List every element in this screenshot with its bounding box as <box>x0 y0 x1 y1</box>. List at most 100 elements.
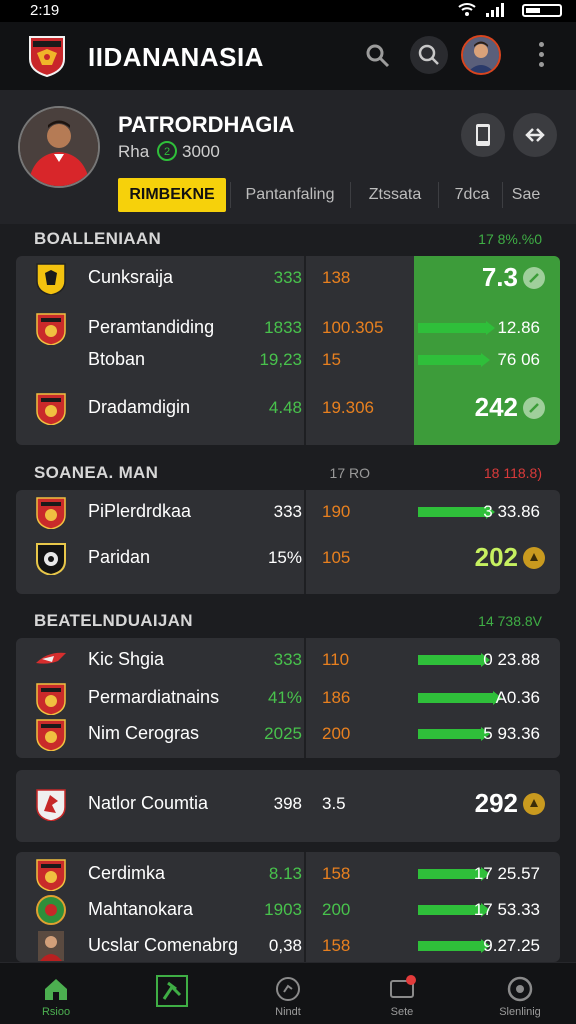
table-row[interactable]: Ucslar Comenabrg 0,38 158 9.27.25 <box>16 926 560 962</box>
progress-bar <box>418 869 481 879</box>
table-row[interactable]: Permardiatnains 41% 186 A0.36 <box>16 678 560 718</box>
section-title: BOALLENIAAN <box>34 229 162 248</box>
team-name: Cerdimka <box>88 863 166 883</box>
nav-clock[interactable]: Nindt <box>240 963 336 1024</box>
check-icon[interactable] <box>522 396 546 420</box>
stat-value: 1833 <box>264 318 302 337</box>
section-header: BEATELNDUAIJAN 14 738.8V <box>0 604 576 638</box>
team-name: Cunksraija <box>88 267 174 287</box>
team-crest-icon <box>36 543 66 575</box>
profile-name: PATRORDHAGIA <box>118 112 295 137</box>
table-row[interactable]: Natlor Coumtia 398 3.5 292 <box>16 784 560 824</box>
progress-bar <box>418 729 481 739</box>
stat-value: 17 53.33 <box>473 900 540 919</box>
stat-value: 3 33.86 <box>483 502 540 521</box>
nav-label: Slenlinig <box>499 1006 541 1018</box>
player-photo <box>18 106 100 188</box>
stat-value: 158 <box>322 936 351 955</box>
progress-bar-cap <box>481 353 490 367</box>
stat-value: 41% <box>267 688 302 707</box>
status-time: 2:19 <box>30 2 60 19</box>
star-icon[interactable] <box>522 546 546 570</box>
stat-value: 19,23 <box>259 350 302 369</box>
search-icon[interactable] <box>364 42 392 70</box>
nav-home[interactable]: Rsioo <box>8 963 104 1024</box>
home-icon <box>45 979 67 1000</box>
tab-4[interactable]: Sae <box>506 178 546 212</box>
stat-value: 333 <box>273 650 302 669</box>
nav-label: Sete <box>390 1006 414 1018</box>
tab-0[interactable]: RIMBEKNE <box>118 178 226 212</box>
table-row[interactable]: Cerdimka 8.13 158 17 25.57 <box>16 854 560 894</box>
stat-value: 12.86 <box>497 318 540 337</box>
section-header: SOANEA. MAN 17 RO 18 118.8) <box>0 456 576 490</box>
progress-bar <box>418 693 493 703</box>
table-row[interactable]: PiPlerdrdkaa 333 190 3 33.86 <box>16 492 560 532</box>
progress-bar-cap <box>486 321 495 335</box>
progress-bar <box>418 323 486 333</box>
share-button[interactable] <box>513 113 557 157</box>
avatar[interactable] <box>461 35 501 75</box>
stat-value: 105 <box>322 548 351 567</box>
app-title: IIDANANASIA <box>88 42 264 72</box>
nav-label: Rsioo <box>41 1006 71 1018</box>
team-name: Peramtandiding <box>88 317 215 337</box>
team-name: Ucslar Comenabrg <box>88 935 239 955</box>
team-name: Paridan <box>88 547 151 567</box>
table-row[interactable]: Kic Shgia 333 110 0 23.88 <box>16 640 560 680</box>
table-row[interactable]: Dradamdigin 4.48 19.306 242 <box>16 388 560 428</box>
star-icon[interactable] <box>522 792 546 816</box>
team-name: Btoban <box>88 349 146 369</box>
stat-value: 333 <box>273 502 302 521</box>
tab-divider <box>230 182 231 208</box>
tab-1[interactable]: Pantanfaling <box>236 178 344 212</box>
table-row[interactable]: Nim Cerogras 2025 200 5 93.36 <box>16 714 560 754</box>
nav-football[interactable] <box>124 963 220 1024</box>
tab-divider <box>502 182 503 208</box>
table-row[interactable]: Cunksraija 333 138 7.3 <box>16 258 560 298</box>
phone-icon <box>476 124 490 146</box>
standings-card: PiPlerdrdkaa 333 190 3 33.86 Paridan 15% 105 20… <box>16 490 560 594</box>
tab-3[interactable]: 7dca <box>444 178 500 212</box>
profile-sub: Rha <box>118 142 150 161</box>
tab-divider <box>350 182 351 208</box>
progress-bar <box>418 355 481 365</box>
section-header: BOALLENIAAN 17 8%.%0 <box>0 222 576 256</box>
table-row[interactable]: Btoban 19,23 15 76 06 <box>16 340 560 380</box>
section-meta: 18 118.8) <box>483 465 542 481</box>
phone-button[interactable] <box>461 113 505 157</box>
team-name: Kic Shgia <box>88 649 165 669</box>
wifi-icon <box>458 2 476 20</box>
team-crest-icon <box>36 683 66 715</box>
team-name: Nim Cerogras <box>88 723 200 743</box>
more-vertical-icon[interactable] <box>534 40 550 70</box>
team-name: Mahtanokara <box>88 899 194 919</box>
standings-card: Cerdimka 8.13 158 17 25.57 Mahtanokara 1903 20… <box>16 852 560 962</box>
stat-value: 8.13 <box>268 864 302 883</box>
standings-card: Cunksraija 333 138 7.3 Peramtandiding 1833 100… <box>16 256 560 445</box>
search-button[interactable] <box>410 36 448 74</box>
battery-icon <box>522 4 562 17</box>
signal-icon <box>486 3 506 17</box>
check-icon[interactable] <box>522 266 546 290</box>
section-meta: 17 RO <box>329 465 370 481</box>
stat-value: 3.5 <box>322 794 346 813</box>
table-row[interactable]: Paridan 15% 105 202 <box>16 538 560 578</box>
nav-inbox[interactable]: Sete <box>354 963 450 1024</box>
progress-bar <box>418 905 481 915</box>
team-crest-icon <box>36 497 66 529</box>
stat-value: 190 <box>322 502 351 521</box>
stat-value: 4.48 <box>268 398 302 417</box>
nav-settings[interactable]: Slenlinig <box>472 963 568 1024</box>
team-name: Permardiatnains <box>88 687 220 707</box>
progress-bar <box>418 941 481 951</box>
tab-2[interactable]: Ztssata <box>356 178 434 212</box>
stat-value: 76 06 <box>497 350 540 369</box>
table-row[interactable]: Mahtanokara 1903 200 17 53.33 <box>16 890 560 930</box>
clock-icon <box>276 977 300 1001</box>
score-value: 7.3 <box>481 262 518 292</box>
team-crest-icon <box>36 652 66 664</box>
progress-bar <box>418 655 481 665</box>
settings-icon <box>507 976 533 1002</box>
stat-value: 186 <box>322 688 351 707</box>
